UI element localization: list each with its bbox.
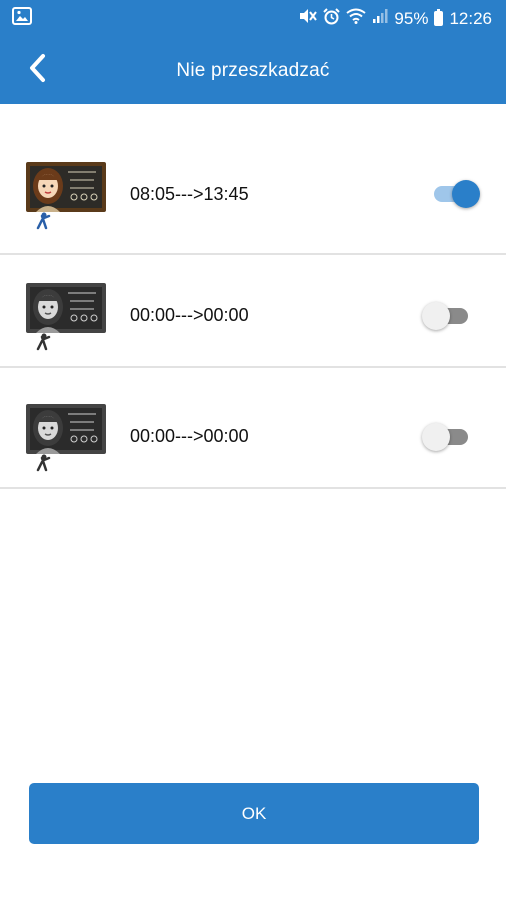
schedule-time-range: 00:00--->00:00 [130,426,249,446]
signal-icon [372,8,388,29]
schedule-toggle[interactable] [422,180,480,208]
schedule-time-range: 08:05--->13:45 [130,184,249,204]
teacher-chalkboard-icon [24,402,108,474]
battery-icon [434,9,444,26]
wifi-icon [346,8,367,29]
schedule-time-range: 00:00--->00:00 [130,305,249,325]
chevron-left-icon [28,53,46,88]
list-item: 00:00--->00:00 [0,368,506,489]
list-item: 00:00--->00:00 [0,247,506,368]
teacher-chalkboard-icon [24,281,108,353]
page-title: Nie przeszkadzać [176,59,330,81]
toggle-knob [452,180,480,208]
clock: 12:26 [449,8,492,28]
toggle-knob [422,302,450,330]
app-bar: Nie przeszkadzać [0,37,506,104]
list-item: 08:05--->13:45 [0,134,506,255]
ok-button[interactable]: OK [29,783,479,844]
schedule-toggle[interactable] [422,302,470,330]
back-button[interactable] [20,51,54,89]
mute-icon [299,8,318,29]
image-notification-icon [12,7,32,30]
toggle-knob [422,423,450,451]
schedule-toggle[interactable] [422,423,470,451]
alarm-icon [323,7,341,30]
status-bar: 95% 12:26 [0,0,506,37]
teacher-chalkboard-icon [24,160,108,232]
battery-percent: 95% [394,8,429,28]
